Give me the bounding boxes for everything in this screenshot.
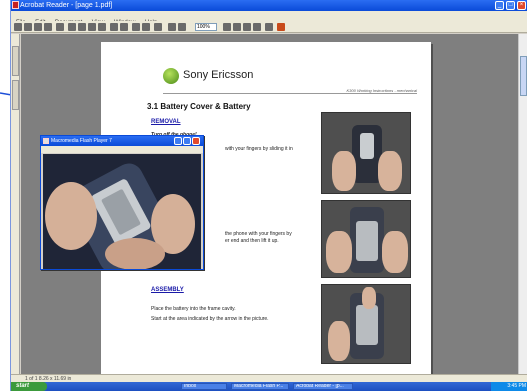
task-inbox[interactable]: Inbox — [181, 383, 227, 390]
clock: 3:45 PM — [491, 382, 527, 391]
start-button[interactable]: start — [11, 382, 47, 391]
flash-maximize-button[interactable] — [183, 137, 191, 145]
removal-step-3a: the phone with your fingers by — [225, 231, 292, 237]
assembly-heading[interactable]: ASSEMBLY — [151, 287, 184, 293]
first-page-icon[interactable] — [68, 23, 76, 31]
task-flash-player[interactable]: Macromedia Flash P... — [231, 383, 289, 390]
status-bar: 1 of 1 8.26 x 11.69 in — [11, 374, 527, 382]
zoom-out-icon[interactable] — [168, 23, 176, 31]
minimize-button[interactable]: _ — [495, 1, 504, 10]
flash-title-bar[interactable]: Macromedia Flash Player 7 — [41, 136, 203, 146]
photo-assembly — [321, 284, 411, 364]
zoom-in-icon[interactable] — [178, 23, 186, 31]
phone-animation-frame — [43, 154, 201, 269]
last-page-icon[interactable] — [98, 23, 106, 31]
next-page-icon[interactable] — [88, 23, 96, 31]
graphics-select-icon[interactable] — [154, 23, 162, 31]
brand-name: Sony Ericsson — [183, 69, 254, 81]
vertical-scrollbar[interactable] — [518, 34, 527, 374]
flash-minimize-button[interactable] — [174, 137, 182, 145]
flash-window-title: Macromedia Flash Player 7 — [51, 138, 112, 144]
section-title: 3.1 Battery Cover & Battery — [147, 102, 251, 111]
flash-animation-stage[interactable] — [43, 154, 201, 269]
email-icon[interactable] — [44, 23, 52, 31]
tab-thumbnails[interactable] — [12, 80, 19, 110]
photo-removal-2 — [321, 200, 411, 278]
forward-icon[interactable] — [120, 23, 128, 31]
text-select-icon[interactable] — [142, 23, 150, 31]
toolbar: 100% — [11, 21, 527, 33]
taskbar: start Inbox Macromedia Flash P... Acroba… — [11, 382, 527, 391]
removal-step-2: with your fingers by sliding it in — [225, 146, 293, 152]
sony-ericsson-logo — [163, 68, 179, 84]
screen: Acrobat Reader - [page 1.pdf] _ □ × File… — [0, 0, 527, 391]
back-icon[interactable] — [110, 23, 118, 31]
photo-removal-1 — [321, 112, 411, 194]
fit-width-icon[interactable] — [243, 23, 251, 31]
menu-bar: File Edit Document View Window Help — [11, 11, 527, 26]
removal-heading[interactable]: REMOVAL — [151, 119, 181, 125]
hand-tool-icon[interactable] — [56, 23, 64, 31]
fit-page-icon[interactable] — [233, 23, 241, 31]
assembly-step-1: Place the battery into the frame cavity. — [151, 306, 236, 312]
open-icon[interactable] — [14, 23, 22, 31]
removal-step-3b: er end and then lift it up. — [225, 238, 279, 244]
actual-size-icon[interactable] — [223, 23, 231, 31]
flash-player-window: Macromedia Flash Player 7 File View Cont… — [40, 135, 204, 270]
header-divider — [163, 93, 417, 94]
adobe-online-icon[interactable] — [277, 23, 285, 31]
rotate-icon[interactable] — [253, 23, 261, 31]
search-icon[interactable] — [265, 23, 273, 31]
prev-page-icon[interactable] — [78, 23, 86, 31]
zoom-icon[interactable] — [132, 23, 140, 31]
maximize-button[interactable]: □ — [506, 1, 515, 10]
title-bar[interactable]: Acrobat Reader - [page 1.pdf] _ □ × — [11, 0, 527, 11]
navigation-tabs — [11, 34, 20, 374]
task-acrobat[interactable]: Acrobat Reader - [p... — [293, 383, 353, 390]
close-button[interactable]: × — [517, 1, 526, 10]
flash-icon — [43, 138, 49, 144]
acrobat-icon — [12, 1, 19, 9]
tab-bookmarks[interactable] — [12, 46, 19, 76]
save-icon[interactable] — [24, 23, 32, 31]
flash-close-button[interactable] — [192, 137, 200, 145]
assembly-step-2: Start at the area indicated by the arrow… — [151, 316, 269, 322]
print-icon[interactable] — [34, 23, 42, 31]
scrollbar-thumb[interactable] — [520, 56, 527, 96]
zoom-field[interactable]: 100% — [195, 23, 217, 31]
window-title: Acrobat Reader - [page 1.pdf] — [20, 2, 113, 9]
flash-menu-bar: File View Control Help — [41, 146, 203, 160]
